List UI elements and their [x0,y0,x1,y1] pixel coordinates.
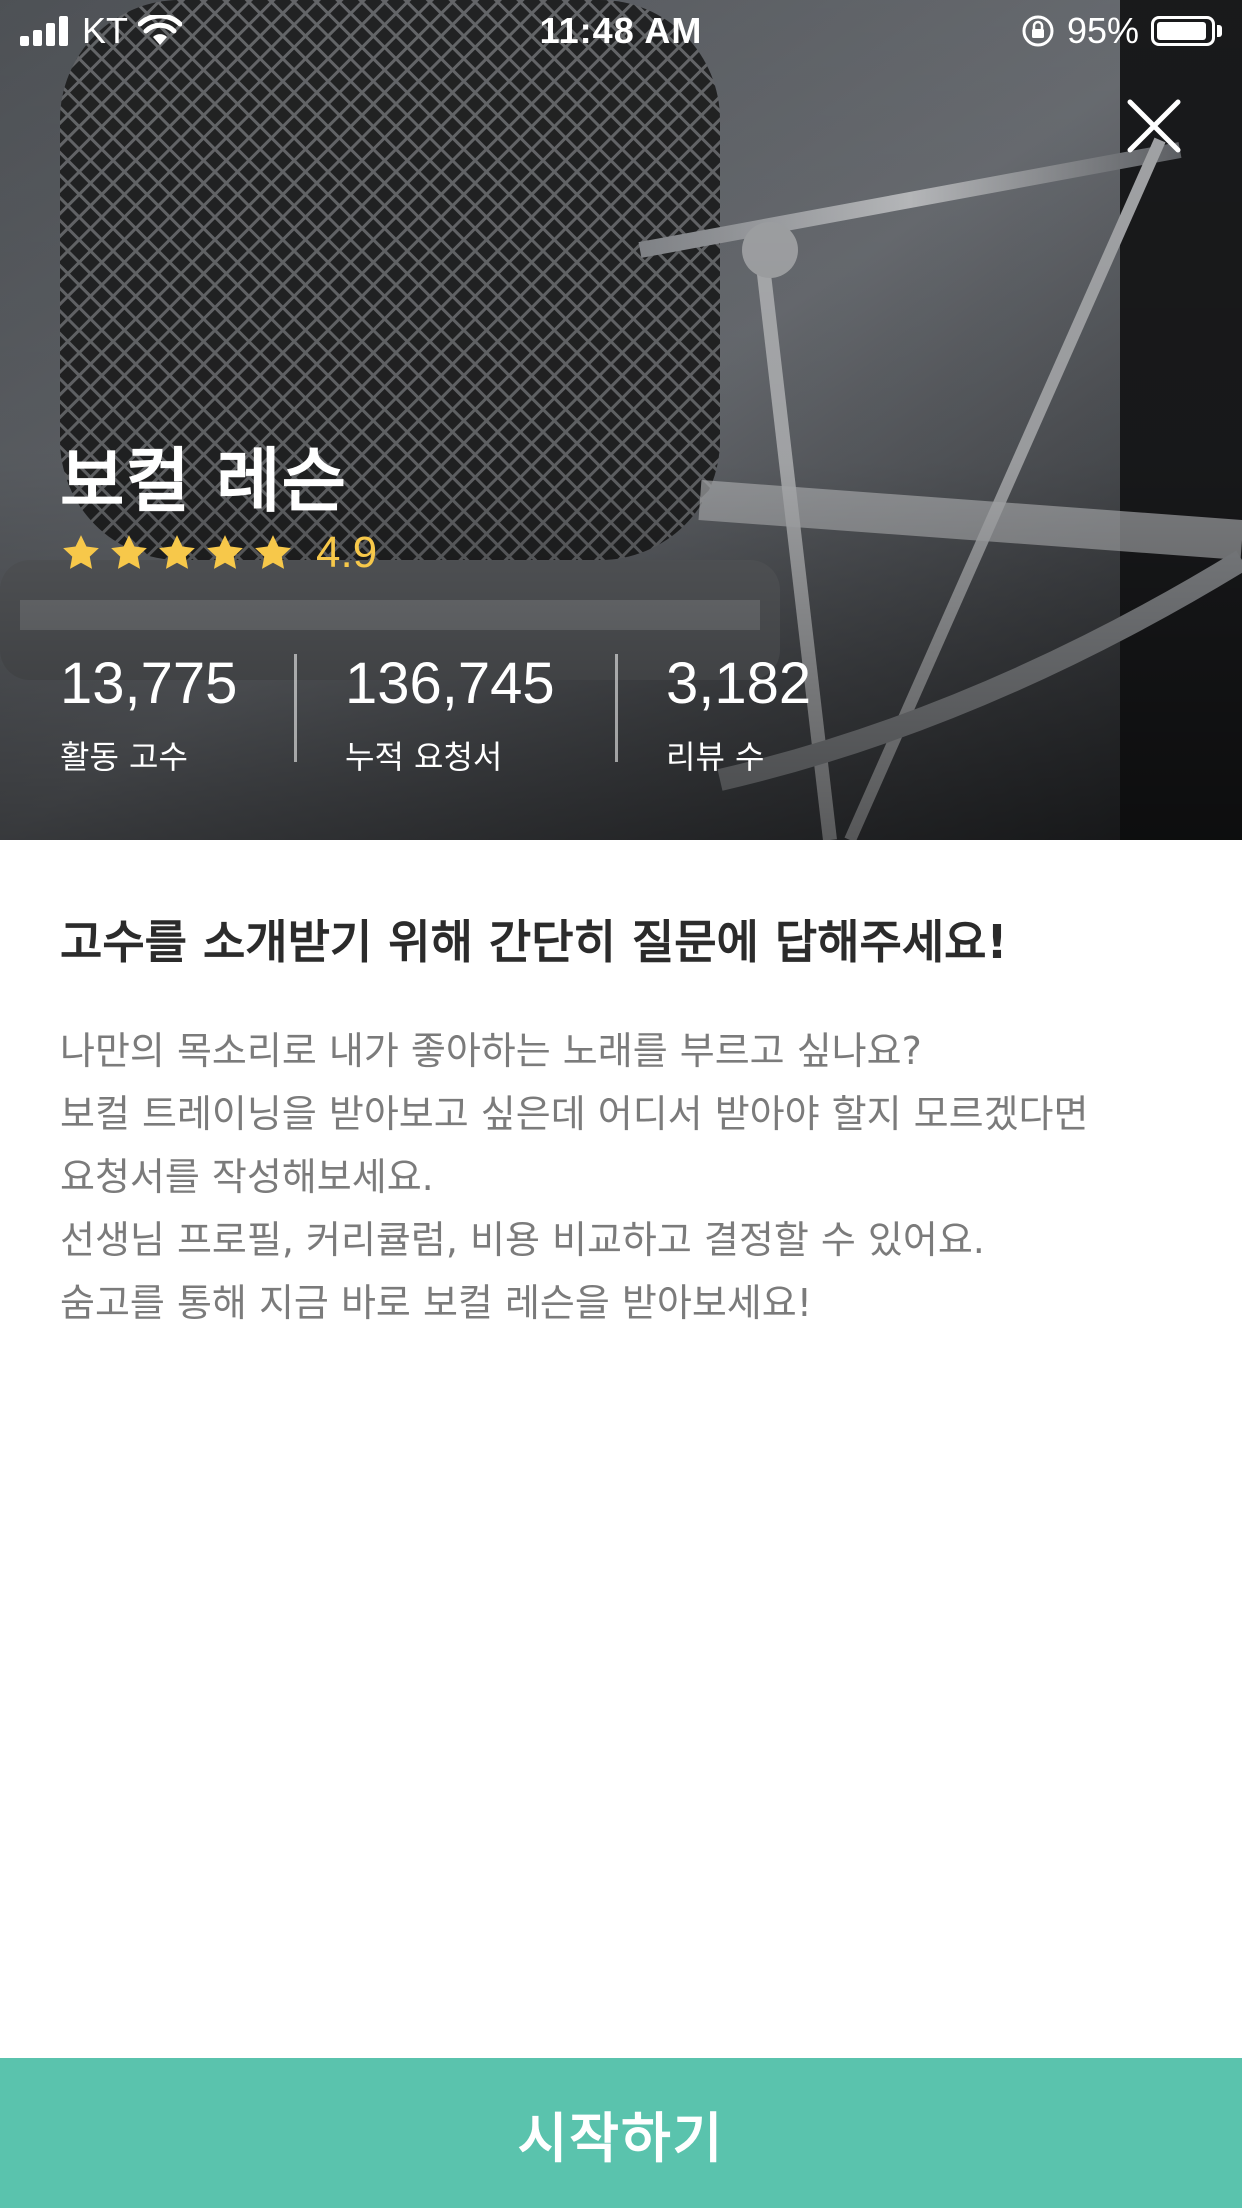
start-button[interactable]: 시작하기 [0,2058,1242,2208]
intro-heading: 고수를 소개받기 위해 간단히 질문에 답해주세요! [60,915,1008,969]
stat-divider [294,654,297,762]
rating: 4.9 [60,528,377,578]
stat-total-requests: 136,745 누적 요청서 [345,650,567,778]
description-line: 숨고를 통해 지금 바로 보컬 레슨을 받아보세요! [60,1281,812,1325]
intro-content: 고수를 소개받기 위해 간단히 질문에 답해주세요! 나만의 목소리로 내가 좋… [60,910,1180,1335]
stat-divider [615,654,618,762]
description-line: 요청서를 작성해보세요. [60,1155,434,1199]
stat-active-pros: 13,775 활동 고수 [60,650,246,778]
stat-number: 136,745 [345,651,555,716]
rotation-lock-icon [1022,15,1054,47]
intro-description: 나만의 목소리로 내가 좋아하는 노래를 부르고 싶나요? 보컬 트레이닝을 받… [60,1020,1180,1335]
description-line: 선생님 프로필, 커리큘럼, 비용 비교하고 결정할 수 있어요. [60,1218,985,1262]
screen: KT 11:48 AM 95% 보컬 레슨 4.9 13,775 활동 고수 1… [0,0,1242,2208]
battery-fill [1157,22,1206,40]
star-icon [207,535,243,569]
battery-tip [1217,25,1222,37]
star-icon [63,535,99,569]
close-icon [1127,99,1181,153]
rating-value: 4.9 [316,528,378,577]
star-icon [111,535,147,569]
service-title: 보컬 레슨 [60,440,347,522]
close-button[interactable] [1124,96,1184,156]
stat-label: 활동 고수 [60,738,188,776]
description-line: 나만의 목소리로 내가 좋아하는 노래를 부르고 싶나요? [60,1029,922,1073]
status-bar: KT 11:48 AM 95% [0,0,1242,62]
battery-percent: 95% [1066,10,1139,51]
stats-row: 13,775 활동 고수 136,745 누적 요청서 3,182 리뷰 수 [60,650,811,778]
stat-number: 13,775 [60,651,238,716]
stat-label: 리뷰 수 [666,738,765,776]
star-icon [255,535,291,569]
stat-number: 3,182 [666,651,812,716]
stat-review-count: 3,182 리뷰 수 [666,650,811,778]
stat-label: 누적 요청서 [345,738,503,776]
battery-icon [1151,16,1215,46]
status-bar-right: 95% [1021,10,1222,52]
star-icon [159,535,195,569]
hero-banner: KT 11:48 AM 95% 보컬 레슨 4.9 13,775 활동 고수 1… [0,0,1242,840]
description-line: 보컬 트레이닝을 받아보고 싶은데 어디서 받아야 할지 모르겠다면 [60,1092,1089,1136]
